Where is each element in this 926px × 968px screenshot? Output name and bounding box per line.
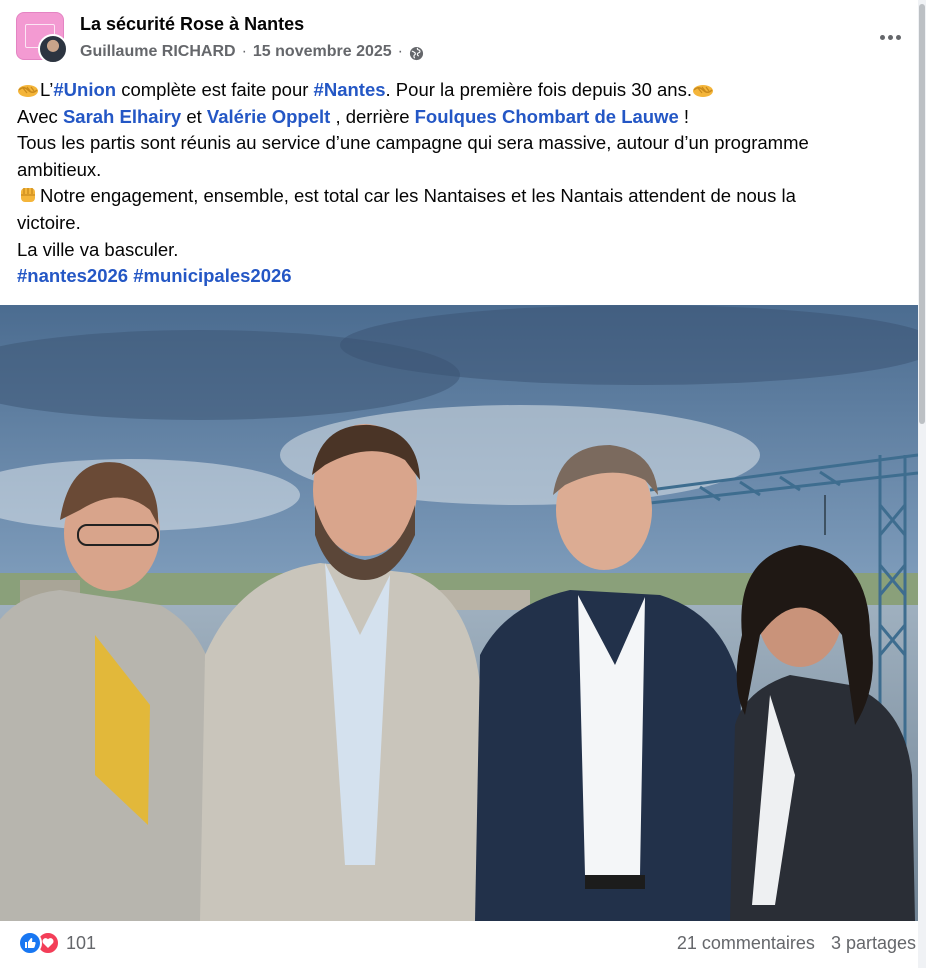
page-name-link[interactable]: La sécurité Rose à Nantes (80, 14, 304, 35)
post-meta: Guillaume RICHARD · 15 novembre 2025 · (80, 43, 424, 61)
raised-fist-emoji (21, 188, 35, 203)
thumbs-up-icon (25, 938, 36, 948)
text-segment: et (181, 105, 207, 127)
reactions-summary[interactable]: 101 (18, 931, 96, 955)
hashtag-union-link[interactable]: #Union (53, 79, 116, 100)
more-dot (895, 34, 901, 40)
more-horizontal-icon (879, 34, 885, 40)
globe-icon[interactable] (409, 46, 424, 61)
text-line: La ville va basculer. (17, 238, 179, 260)
text-line: Tous les partis sont réunis au service d… (17, 132, 809, 154)
text-segment: Notre engagement, ensemble, est total ca… (40, 185, 796, 207)
avatar-group[interactable] (16, 12, 68, 64)
scrollbar[interactable] (918, 0, 926, 968)
author-name-link[interactable]: Guillaume RICHARD (80, 43, 236, 61)
post-text: L’#Union complète est faite pour #Nantes… (17, 77, 898, 290)
text-line: victoire. (17, 211, 81, 233)
hashtag-nantes2026-link[interactable]: #nantes2026 (17, 265, 128, 286)
text-line: ambitieux. (17, 158, 102, 180)
text-line: Notre engagement, ensemble, est total ca… (17, 183, 898, 210)
hashtag-nantes-link[interactable]: #Nantes (314, 79, 386, 100)
text-segment: ! (678, 105, 690, 127)
text-segment: . Pour la première fois depuis 30 ans. (385, 79, 692, 100)
text-line: Avec Sarah Elhairy et Valérie Oppelt , d… (17, 104, 898, 131)
engagement-counts: 21 commentaires 3 partages (677, 933, 916, 954)
post-footer: 101 21 commentaires 3 partages (0, 921, 918, 968)
text-segment: L’ (40, 79, 54, 100)
mention-sarah-elhairy-link[interactable]: Sarah Elhairy (63, 106, 181, 127)
more-dot (887, 34, 893, 40)
post-date-link[interactable]: 15 novembre 2025 (253, 43, 392, 61)
like-icon (18, 931, 42, 955)
reaction-count[interactable]: 101 (66, 933, 96, 954)
text-segment: complète est faite pour (116, 79, 314, 100)
text-line: #nantes2026 #municipales2026 (17, 263, 898, 290)
text-segment: Avec (17, 105, 63, 127)
heart-icon (42, 938, 54, 948)
hashtag-municipales2026-link[interactable]: #municipales2026 (133, 265, 291, 286)
post-photo[interactable] (0, 305, 918, 921)
facebook-post: La sécurité Rose à Nantes Guillaume RICH… (0, 0, 918, 968)
shares-count-link[interactable]: 3 partages (831, 933, 916, 954)
author-avatar[interactable] (38, 34, 68, 64)
mention-foulques-chombart-link[interactable]: Foulques Chombart de Lauwe (415, 106, 679, 127)
group-photo-image (0, 305, 918, 921)
post-header: La sécurité Rose à Nantes Guillaume RICH… (16, 12, 904, 68)
handshake-emoji (18, 85, 38, 97)
more-options-button[interactable] (876, 26, 904, 48)
handshake-emoji (692, 85, 713, 97)
text-line: L’#Union complète est faite pour #Nantes… (17, 77, 898, 104)
meta-separator: · (241, 43, 247, 60)
meta-separator: · (397, 43, 403, 60)
mention-valerie-oppelt-link[interactable]: Valérie Oppelt (207, 106, 330, 127)
text-segment: , derrière (330, 105, 415, 127)
scrollbar-thumb[interactable] (919, 4, 925, 424)
comments-count-link[interactable]: 21 commentaires (677, 933, 815, 954)
